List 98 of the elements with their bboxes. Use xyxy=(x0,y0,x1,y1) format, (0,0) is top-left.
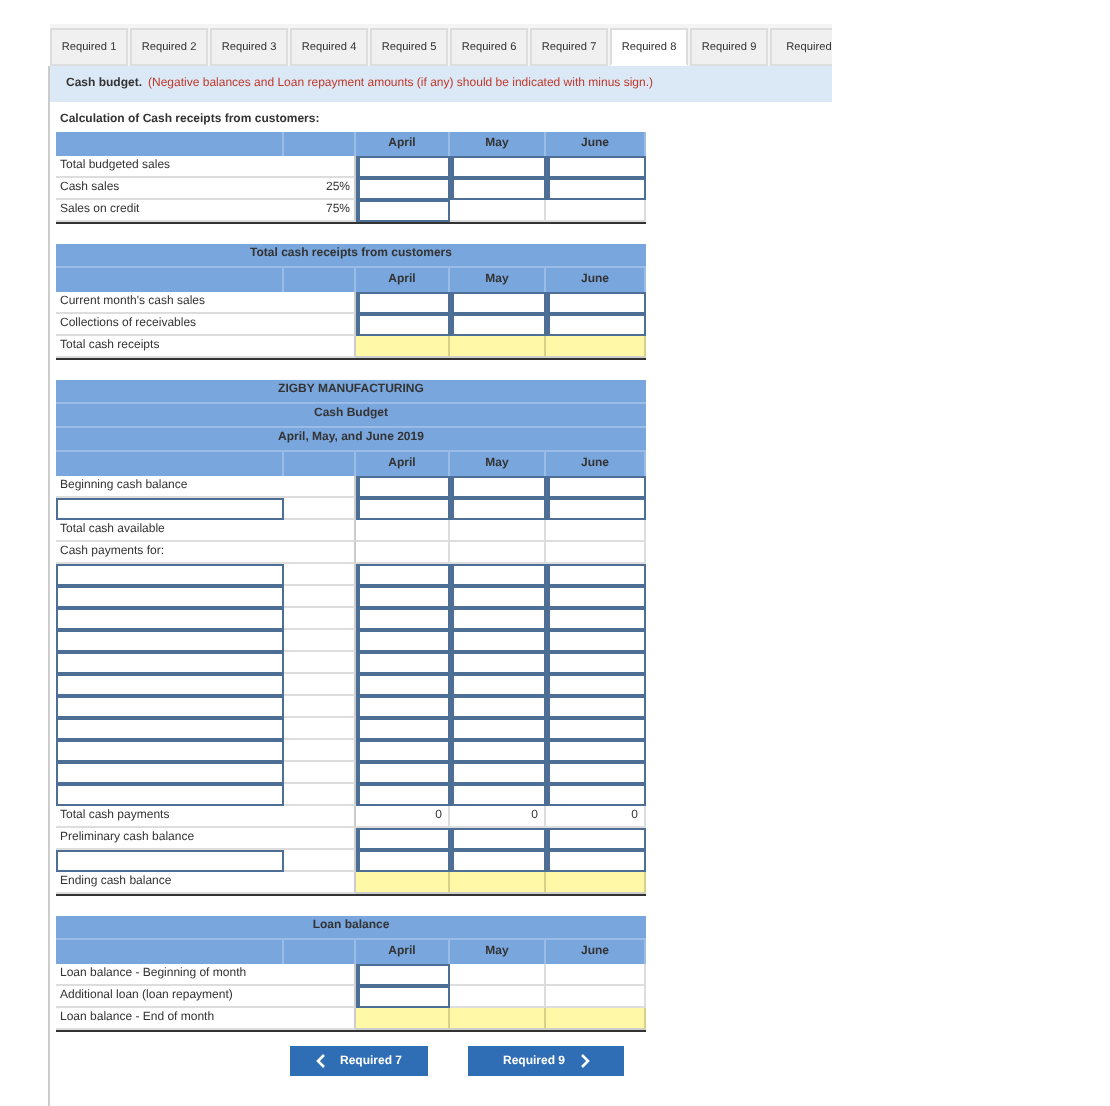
total-cell xyxy=(450,336,546,358)
input-field[interactable] xyxy=(56,696,284,718)
chevron-right-icon xyxy=(579,1054,589,1068)
input-field[interactable] xyxy=(356,178,450,200)
input-field[interactable] xyxy=(546,292,646,314)
input-field[interactable] xyxy=(356,718,450,740)
input-field[interactable] xyxy=(546,740,646,762)
input-field[interactable] xyxy=(56,762,284,784)
input-field[interactable] xyxy=(546,850,646,872)
input-field[interactable] xyxy=(56,850,284,872)
input-field[interactable] xyxy=(356,314,450,336)
input-field[interactable] xyxy=(356,740,450,762)
input-field[interactable] xyxy=(450,718,546,740)
input-field[interactable] xyxy=(356,586,450,608)
input-field[interactable] xyxy=(356,292,450,314)
input-field[interactable] xyxy=(56,740,284,762)
input-field[interactable] xyxy=(546,608,646,630)
input-field[interactable] xyxy=(450,498,546,520)
input-field[interactable] xyxy=(450,784,546,806)
input-field[interactable] xyxy=(56,674,284,696)
input-field[interactable] xyxy=(546,828,646,850)
input-field[interactable] xyxy=(450,828,546,850)
input-field[interactable] xyxy=(546,178,646,200)
total-cell xyxy=(356,1008,450,1030)
table-cell xyxy=(284,806,356,828)
input-field[interactable] xyxy=(56,652,284,674)
input-field[interactable] xyxy=(450,314,546,336)
input-field[interactable] xyxy=(356,630,450,652)
total-cell xyxy=(546,1008,646,1030)
table-cell xyxy=(356,520,450,542)
table-cell xyxy=(284,520,356,542)
total-cell xyxy=(356,336,450,358)
input-field[interactable] xyxy=(356,784,450,806)
input-field[interactable] xyxy=(56,718,284,740)
input-field[interactable] xyxy=(450,630,546,652)
input-field[interactable] xyxy=(356,200,450,222)
input-field[interactable] xyxy=(450,850,546,872)
table-cell xyxy=(450,200,546,222)
input-field[interactable] xyxy=(450,740,546,762)
input-field[interactable] xyxy=(450,156,546,178)
input-field[interactable] xyxy=(546,564,646,586)
total-cell xyxy=(546,872,646,894)
header-cell xyxy=(284,940,356,964)
input-field[interactable] xyxy=(546,718,646,740)
input-field[interactable] xyxy=(450,586,546,608)
input-field[interactable] xyxy=(546,784,646,806)
input-field[interactable] xyxy=(450,674,546,696)
input-field[interactable] xyxy=(450,696,546,718)
input-field[interactable] xyxy=(546,630,646,652)
input-field[interactable] xyxy=(56,586,284,608)
input-field[interactable] xyxy=(356,986,450,1008)
input-field[interactable] xyxy=(450,564,546,586)
total-cell xyxy=(546,336,646,358)
input-field[interactable] xyxy=(356,564,450,586)
chevron-left-icon xyxy=(315,1054,326,1068)
input-field[interactable] xyxy=(356,608,450,630)
input-field[interactable] xyxy=(546,586,646,608)
input-field[interactable] xyxy=(56,608,284,630)
header-cell xyxy=(284,132,356,156)
input-field[interactable] xyxy=(450,178,546,200)
table-cell xyxy=(450,964,546,986)
input-field[interactable] xyxy=(356,762,450,784)
input-field[interactable] xyxy=(56,784,284,806)
input-field[interactable] xyxy=(56,564,284,586)
input-field[interactable] xyxy=(356,498,450,520)
input-field[interactable] xyxy=(356,156,450,178)
input-field[interactable] xyxy=(546,652,646,674)
table-cell xyxy=(546,964,646,986)
input-field[interactable] xyxy=(546,314,646,336)
input-field[interactable] xyxy=(356,850,450,872)
input-field[interactable] xyxy=(450,476,546,498)
input-field[interactable] xyxy=(546,156,646,178)
header-cell xyxy=(284,452,356,476)
table-cell xyxy=(546,200,646,222)
input-field[interactable] xyxy=(450,292,546,314)
input-field[interactable] xyxy=(546,696,646,718)
input-field[interactable] xyxy=(356,652,450,674)
input-field[interactable] xyxy=(356,674,450,696)
input-field[interactable] xyxy=(450,762,546,784)
total-cell xyxy=(450,872,546,894)
input-field[interactable] xyxy=(56,630,284,652)
input-field[interactable] xyxy=(450,608,546,630)
input-field[interactable] xyxy=(450,652,546,674)
table-cell xyxy=(450,520,546,542)
input-field[interactable] xyxy=(546,762,646,784)
header-cell xyxy=(284,268,356,292)
input-field[interactable] xyxy=(546,498,646,520)
input-field[interactable] xyxy=(356,828,450,850)
input-field[interactable] xyxy=(356,476,450,498)
input-field[interactable] xyxy=(546,674,646,696)
input-field[interactable] xyxy=(356,964,450,986)
table-cell xyxy=(546,520,646,542)
input-field[interactable] xyxy=(546,476,646,498)
input-field[interactable] xyxy=(356,696,450,718)
table-cell xyxy=(284,542,356,564)
total-cell xyxy=(450,1008,546,1030)
input-field[interactable] xyxy=(56,498,284,520)
total-cell xyxy=(356,872,450,894)
